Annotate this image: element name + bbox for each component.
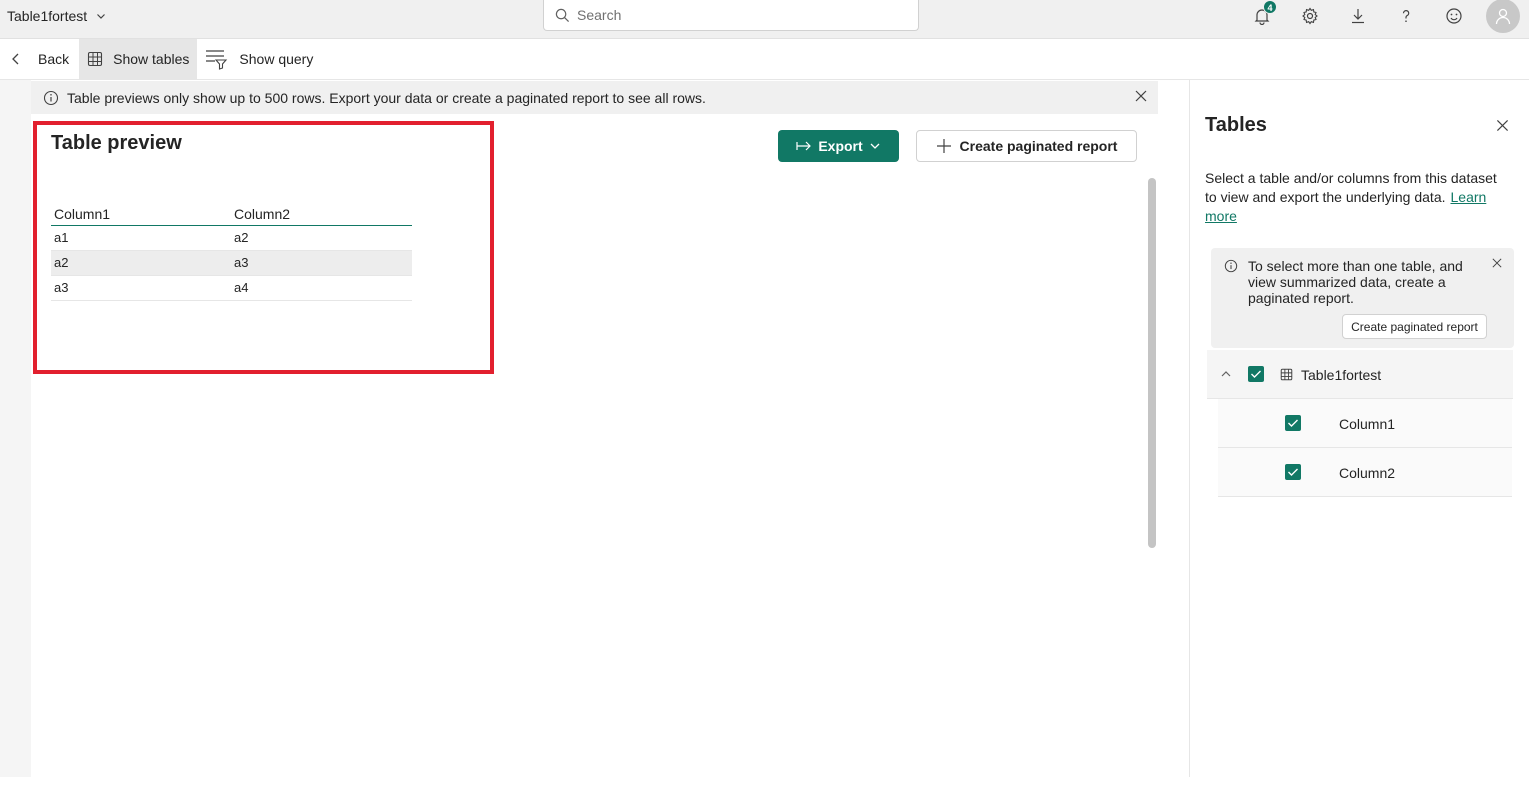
tree-item-table[interactable]: Table1fortest — [1207, 350, 1513, 399]
paginated-report-note: To select more than one table, and view … — [1211, 248, 1514, 348]
table-checkbox[interactable] — [1248, 366, 1264, 382]
feedback-icon — [1446, 8, 1462, 24]
close-icon[interactable] — [1492, 258, 1502, 268]
checkmark-icon — [1288, 419, 1298, 427]
close-icon[interactable] — [1496, 119, 1509, 132]
feedback-button[interactable] — [1430, 0, 1478, 32]
top-header: Table1fortest 4 — [0, 0, 1529, 39]
show-tables-label: Show tables — [113, 51, 190, 67]
chevron-left-icon — [12, 53, 19, 65]
avatar-icon — [1495, 8, 1511, 25]
panel-title: Tables — [1205, 114, 1267, 136]
export-arrow-icon — [796, 141, 812, 151]
app-title-dropdown[interactable]: Table1fortest — [7, 8, 107, 24]
export-button[interactable]: Export — [778, 130, 899, 162]
checkmark-icon — [1288, 468, 1298, 476]
close-icon[interactable] — [1134, 89, 1148, 103]
show-query-label: Show query — [239, 51, 314, 67]
export-label: Export — [818, 138, 863, 154]
download-icon — [1352, 9, 1364, 24]
chevron-up-icon[interactable] — [1221, 370, 1231, 378]
show-tables-button[interactable]: Show tables — [79, 39, 198, 79]
query-filter-icon — [206, 50, 228, 70]
note-create-paginated-report-button[interactable]: Create paginated report — [1342, 314, 1487, 339]
gear-icon — [1302, 7, 1318, 25]
show-query-button[interactable]: Show query — [197, 39, 321, 79]
create-paginated-report-button[interactable]: Create paginated report — [916, 130, 1137, 162]
panel-description: Select a table and/or columns from this … — [1205, 169, 1505, 226]
help-button[interactable] — [1382, 0, 1430, 32]
search-icon — [555, 8, 570, 22]
info-icon — [43, 90, 59, 105]
app-title: Table1fortest — [7, 8, 88, 24]
info-banner-text: Table previews only show up to 500 rows.… — [67, 89, 706, 106]
column-checkbox[interactable] — [1285, 464, 1301, 480]
checkmark-icon — [1251, 370, 1261, 378]
vertical-scrollbar[interactable] — [1148, 178, 1156, 548]
tree-item-column[interactable]: Column2 — [1218, 448, 1512, 497]
notifications-button[interactable]: 4 — [1238, 0, 1286, 32]
plus-icon — [936, 139, 951, 153]
column-name: Column2 — [1339, 465, 1396, 481]
info-icon — [1224, 259, 1238, 273]
tables-panel: Tables Select a table and/or columns fro… — [1189, 80, 1529, 777]
search-input[interactable] — [577, 7, 897, 23]
create-report-label: Create paginated report — [959, 138, 1118, 154]
settings-button[interactable] — [1286, 0, 1334, 32]
header-actions: 4 — [1238, 0, 1529, 33]
left-gutter — [0, 80, 31, 777]
column-name: Column1 — [1339, 416, 1396, 432]
back-button[interactable]: Back — [0, 39, 79, 79]
note-text: To select more than one table, and view … — [1248, 258, 1463, 306]
chevron-down-icon — [97, 14, 106, 19]
tree-item-column[interactable]: Column1 — [1218, 399, 1512, 448]
column-checkbox[interactable] — [1285, 415, 1301, 431]
table-icon — [1280, 368, 1293, 381]
chevron-down-icon — [870, 143, 880, 149]
table-name: Table1fortest — [1301, 367, 1382, 383]
help-icon — [1402, 10, 1410, 22]
table-icon — [88, 51, 103, 67]
avatar[interactable] — [1486, 0, 1520, 33]
search-box[interactable] — [543, 0, 919, 31]
info-banner: Table previews only show up to 500 rows.… — [31, 81, 1158, 114]
download-button[interactable] — [1334, 0, 1382, 32]
notification-badge: 4 — [1263, 0, 1277, 14]
back-label: Back — [38, 51, 70, 67]
highlight-rectangle — [33, 121, 494, 374]
command-bar: Back Show tables Show query — [0, 39, 1529, 80]
